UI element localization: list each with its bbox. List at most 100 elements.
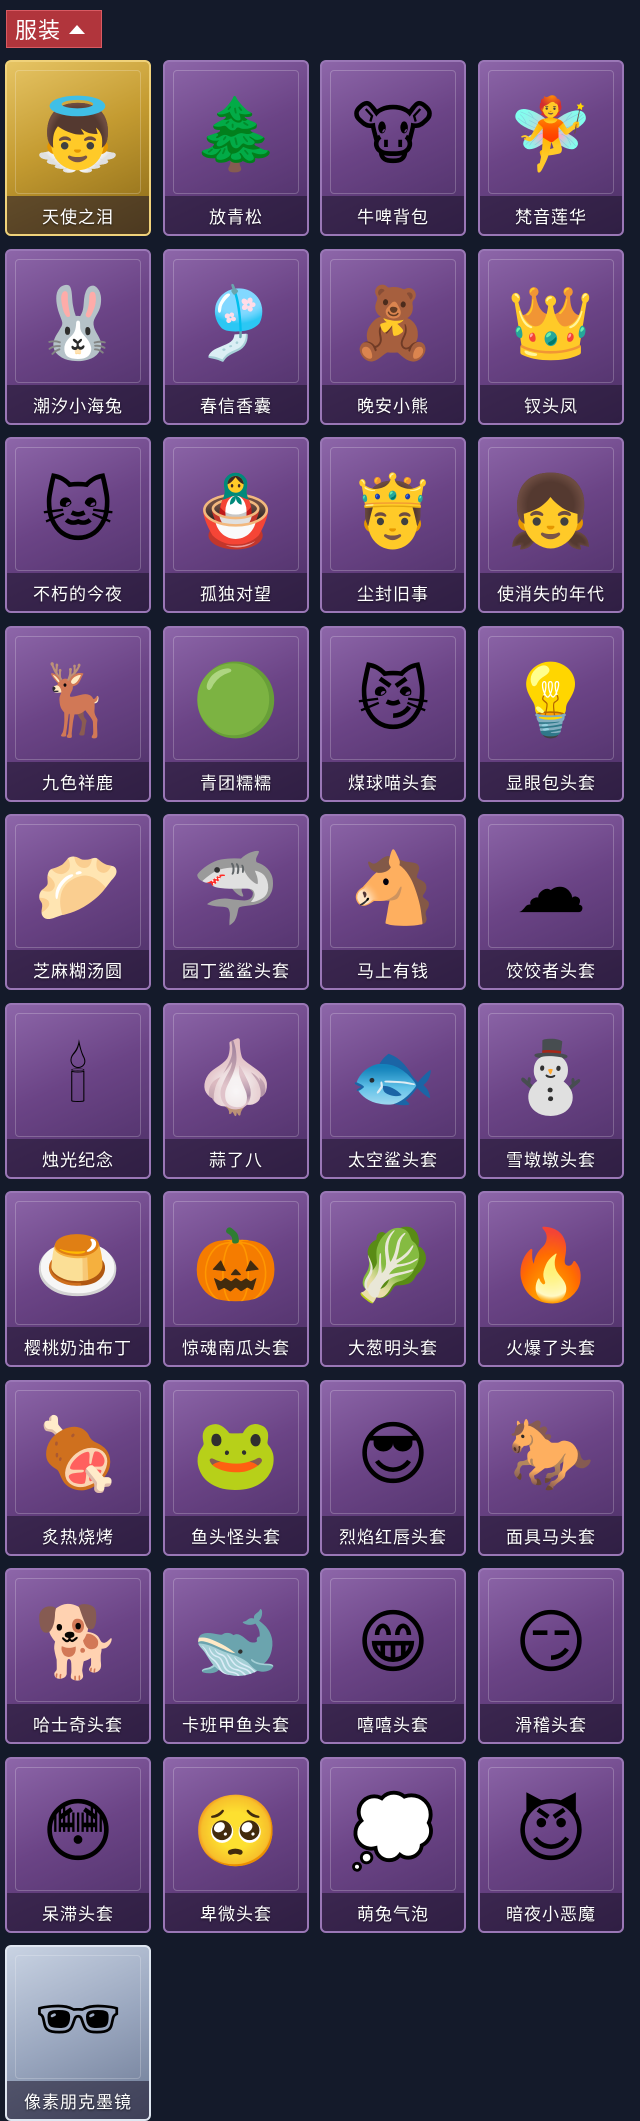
outfit-item-card[interactable]: 🐎 面具马头套 bbox=[478, 1380, 624, 1556]
outfit-item-card[interactable]: 💡 显眼包头套 bbox=[478, 626, 624, 802]
outfit-item-card[interactable]: 🧸 晚安小熊 bbox=[320, 249, 466, 425]
item-label: 园丁鲨鲨头套 bbox=[182, 961, 290, 982]
item-image-icon: 🎐 bbox=[192, 282, 280, 364]
outfit-item-card[interactable]: 🧄 蒜了八 bbox=[163, 1003, 309, 1179]
item-label: 卑微头套 bbox=[200, 1904, 272, 1925]
outfit-item-card[interactable]: ⛄ 雪墩墩头套 bbox=[478, 1003, 624, 1179]
label-band: 梵音莲华 bbox=[480, 196, 622, 234]
label-band: 萌兔气泡 bbox=[322, 1893, 464, 1931]
item-image-icon: 💡 bbox=[507, 659, 595, 741]
outfit-item-card[interactable]: 😈 暗夜小恶魔 bbox=[478, 1757, 624, 1933]
label-band: 火爆了头套 bbox=[480, 1327, 622, 1365]
outfit-item-card[interactable]: 😼 煤球喵头套 bbox=[320, 626, 466, 802]
item-image-icon: 🌲 bbox=[192, 93, 280, 175]
label-band: 使消失的年代 bbox=[480, 573, 622, 611]
label-band: 煤球喵头套 bbox=[322, 762, 464, 800]
item-label: 放青松 bbox=[209, 207, 263, 228]
label-band: 青团糯糯 bbox=[165, 762, 307, 800]
item-image-icon: 🐟 bbox=[349, 1036, 437, 1118]
outfit-item-card[interactable]: 🦌 九色祥鹿 bbox=[5, 626, 151, 802]
outfit-item-card[interactable]: 😳 呆滞头套 bbox=[5, 1757, 151, 1933]
item-label: 呆滞头套 bbox=[42, 1904, 114, 1925]
item-image-icon: 🥟 bbox=[34, 847, 122, 929]
outfit-item-card[interactable]: 🐮 牛啤背包 bbox=[320, 60, 466, 236]
outfit-item-card[interactable]: 🐰 潮汐小海兔 bbox=[5, 249, 151, 425]
label-band: 太空鲨头套 bbox=[322, 1139, 464, 1177]
item-image-icon: 🎃 bbox=[192, 1224, 280, 1306]
label-band: 九色祥鹿 bbox=[7, 762, 149, 800]
outfit-item-card[interactable]: 🕶 像素朋克墨镜 bbox=[5, 1945, 151, 2121]
outfit-item-card[interactable]: 🎐 春信香囊 bbox=[163, 249, 309, 425]
label-band: 卡班甲鱼头套 bbox=[165, 1704, 307, 1742]
outfit-item-card[interactable]: 🌲 放青松 bbox=[163, 60, 309, 236]
outfit-item-card[interactable]: 🐟 太空鲨头套 bbox=[320, 1003, 466, 1179]
outfit-item-card[interactable]: 🪆 孤独对望 bbox=[163, 437, 309, 613]
outfit-item-card[interactable]: 😎 烈焰红唇头套 bbox=[320, 1380, 466, 1556]
item-image-icon: ⛄ bbox=[507, 1036, 595, 1118]
label-band: 面具马头套 bbox=[480, 1516, 622, 1554]
item-label: 哈士奇头套 bbox=[33, 1715, 123, 1736]
outfit-item-card[interactable]: 🎃 惊魂南瓜头套 bbox=[163, 1191, 309, 1367]
outfit-item-card[interactable]: 💭 萌兔气泡 bbox=[320, 1757, 466, 1933]
label-band: 鱼头怪头套 bbox=[165, 1516, 307, 1554]
item-label: 烛光纪念 bbox=[42, 1150, 114, 1171]
item-label: 大葱明头套 bbox=[348, 1338, 438, 1359]
label-band: 呆滞头套 bbox=[7, 1893, 149, 1931]
outfit-item-card[interactable]: 🍮 樱桃奶油布丁 bbox=[5, 1191, 151, 1367]
item-label: 暗夜小恶魔 bbox=[506, 1904, 596, 1925]
outfit-item-card[interactable]: 🍖 炙热烧烤 bbox=[5, 1380, 151, 1556]
item-image-icon: 🕶 bbox=[33, 1978, 123, 2060]
item-label: 火爆了头套 bbox=[506, 1338, 596, 1359]
outfit-item-card[interactable]: 👧 使消失的年代 bbox=[478, 437, 624, 613]
label-band: 孤独对望 bbox=[165, 573, 307, 611]
outfit-item-card[interactable]: 🕯 烛光纪念 bbox=[5, 1003, 151, 1179]
outfit-item-card[interactable]: 🥟 芝麻糊汤圆 bbox=[5, 814, 151, 990]
item-image-icon: 🍖 bbox=[34, 1413, 122, 1495]
caret-up-icon[interactable] bbox=[69, 24, 86, 34]
item-label: 蒜了八 bbox=[209, 1150, 263, 1171]
outfit-item-card[interactable]: 🐱 不朽的今夜 bbox=[5, 437, 151, 613]
item-label: 惊魂南瓜头套 bbox=[182, 1338, 290, 1359]
outfit-item-card[interactable]: 🐕 哈士奇头套 bbox=[5, 1568, 151, 1744]
section-title: 服装 bbox=[15, 19, 62, 44]
outfit-item-card[interactable]: 😁 嘻嘻头套 bbox=[320, 1568, 466, 1744]
item-image-icon: 🦈 bbox=[192, 847, 280, 929]
item-image-icon: 🍮 bbox=[34, 1224, 122, 1306]
item-label: 显眼包头套 bbox=[506, 773, 596, 794]
outfit-item-card[interactable]: 🔥 火爆了头套 bbox=[478, 1191, 624, 1367]
outfit-item-card[interactable]: 🥺 卑微头套 bbox=[163, 1757, 309, 1933]
label-band: 炙热烧烤 bbox=[7, 1516, 149, 1554]
outfit-item-card[interactable]: 🤴 尘封旧事 bbox=[320, 437, 466, 613]
item-label: 樱桃奶油布丁 bbox=[24, 1338, 132, 1359]
item-image-icon: 🐕 bbox=[34, 1601, 122, 1683]
label-band: 卑微头套 bbox=[165, 1893, 307, 1931]
outfit-item-card[interactable]: 🟢 青团糯糯 bbox=[163, 626, 309, 802]
item-image-icon: 🐰 bbox=[34, 282, 122, 364]
outfit-item-card[interactable]: 🐴 马上有钱 bbox=[320, 814, 466, 990]
item-label: 卡班甲鱼头套 bbox=[182, 1715, 290, 1736]
item-label: 九色祥鹿 bbox=[42, 773, 114, 794]
outfit-item-card[interactable]: 🦈 园丁鲨鲨头套 bbox=[163, 814, 309, 990]
item-image-icon: 😁 bbox=[356, 1601, 430, 1683]
outfit-item-card[interactable]: 👼 天使之泪 bbox=[5, 60, 151, 236]
outfit-item-card[interactable]: ☁ 饺饺者头套 bbox=[478, 814, 624, 990]
label-band: 嘻嘻头套 bbox=[322, 1704, 464, 1742]
label-band: 放青松 bbox=[165, 196, 307, 234]
item-image-icon: 👧 bbox=[507, 470, 595, 552]
outfit-item-card[interactable]: 🧚 梵音莲华 bbox=[478, 60, 624, 236]
outfit-item-card[interactable]: 🥬 大葱明头套 bbox=[320, 1191, 466, 1367]
label-band: 春信香囊 bbox=[165, 385, 307, 423]
outfit-item-card[interactable]: 🐋 卡班甲鱼头套 bbox=[163, 1568, 309, 1744]
outfit-item-card[interactable]: 🐸 鱼头怪头套 bbox=[163, 1380, 309, 1556]
item-label: 青团糯糯 bbox=[200, 773, 272, 794]
item-label: 烈焰红唇头套 bbox=[339, 1527, 447, 1548]
clothing-section-header[interactable]: 服装 bbox=[6, 10, 102, 48]
item-image-icon: 🥬 bbox=[349, 1224, 437, 1306]
item-label: 太空鲨头套 bbox=[348, 1150, 438, 1171]
outfit-item-card[interactable]: 👑 钗头凤 bbox=[478, 249, 624, 425]
item-label: 钗头凤 bbox=[524, 396, 578, 417]
label-band: 哈士奇头套 bbox=[7, 1704, 149, 1742]
label-band: 园丁鲨鲨头套 bbox=[165, 950, 307, 988]
item-label: 天使之泪 bbox=[42, 207, 114, 228]
outfit-item-card[interactable]: 😏 滑稽头套 bbox=[478, 1568, 624, 1744]
